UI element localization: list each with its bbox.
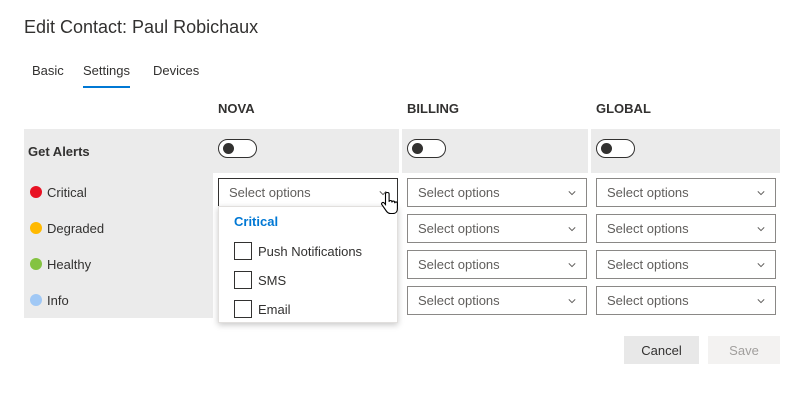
select-placeholder: Select options: [418, 221, 500, 236]
column-header-billing: BILLING: [407, 101, 459, 116]
toggle-knob: [223, 143, 234, 154]
billing-alerts-toggle[interactable]: [407, 139, 446, 158]
option-sms[interactable]: SMS: [234, 270, 286, 290]
info-dot-icon: [30, 294, 42, 306]
billing-critical-select[interactable]: Select options: [407, 178, 587, 207]
billing-info-select[interactable]: Select options: [407, 286, 587, 315]
save-button[interactable]: Save: [708, 336, 780, 364]
level-healthy: Healthy: [30, 254, 91, 274]
global-degraded-select[interactable]: Select options: [596, 214, 776, 243]
global-healthy-select[interactable]: Select options: [596, 250, 776, 279]
option-label: SMS: [258, 272, 287, 288]
select-placeholder: Select options: [418, 293, 500, 308]
checkbox[interactable]: [234, 242, 252, 260]
global-alerts-toggle[interactable]: [596, 139, 635, 158]
column-header-global: GLOBAL: [596, 101, 651, 116]
dropdown-header: Critical: [234, 214, 279, 229]
level-label: Degraded: [47, 220, 105, 236]
option-label: Email: [258, 301, 291, 317]
billing-healthy-select[interactable]: Select options: [407, 250, 587, 279]
cancel-button[interactable]: Cancel: [624, 336, 699, 364]
select-placeholder: Select options: [418, 257, 500, 272]
select-placeholder: Select options: [418, 185, 500, 200]
level-label: Healthy: [47, 256, 92, 272]
chevron-down-icon: [568, 299, 576, 304]
level-info: Info: [30, 290, 69, 310]
option-push-notifications[interactable]: Push Notifications: [234, 241, 362, 261]
tab-settings[interactable]: Settings: [83, 61, 130, 88]
chevron-down-icon: [757, 299, 765, 304]
tab-devices[interactable]: Devices: [153, 61, 199, 88]
chevron-down-icon: [757, 227, 765, 232]
checkbox[interactable]: [234, 271, 252, 289]
level-label: Info: [47, 292, 69, 308]
select-placeholder: Select options: [607, 257, 689, 272]
healthy-dot-icon: [30, 258, 42, 270]
chevron-down-icon: [757, 191, 765, 196]
toggle-knob: [601, 143, 612, 154]
toggle-knob: [412, 143, 423, 154]
global-info-select[interactable]: Select options: [596, 286, 776, 315]
select-placeholder: Select options: [607, 185, 689, 200]
chevron-down-icon: [757, 263, 765, 268]
chevron-down-icon: [568, 191, 576, 196]
level-degraded: Degraded: [30, 218, 104, 238]
level-critical: Critical: [30, 182, 87, 202]
hand-cursor-icon: [381, 191, 398, 215]
option-label: Push Notifications: [258, 243, 363, 259]
degraded-dot-icon: [30, 222, 42, 234]
billing-degraded-select[interactable]: Select options: [407, 214, 587, 243]
column-header-nova: NOVA: [218, 101, 255, 116]
global-critical-select[interactable]: Select options: [596, 178, 776, 207]
get-alerts-label: Get Alerts: [28, 144, 90, 159]
chevron-down-icon: [568, 227, 576, 232]
nova-alerts-toggle[interactable]: [218, 139, 257, 158]
checkbox[interactable]: [234, 300, 252, 318]
option-email[interactable]: Email: [234, 299, 291, 319]
nova-critical-select[interactable]: Select options: [218, 178, 398, 207]
nova-critical-dropdown: Critical Push Notifications SMS Email: [218, 206, 398, 323]
level-label: Critical: [47, 184, 87, 200]
select-placeholder: Select options: [607, 221, 689, 236]
tab-basic[interactable]: Basic: [32, 61, 64, 88]
chevron-down-icon: [568, 263, 576, 268]
select-placeholder: Select options: [229, 185, 311, 200]
select-placeholder: Select options: [607, 293, 689, 308]
page-title: Edit Contact: Paul Robichaux: [24, 17, 259, 37]
critical-dot-icon: [30, 186, 42, 198]
